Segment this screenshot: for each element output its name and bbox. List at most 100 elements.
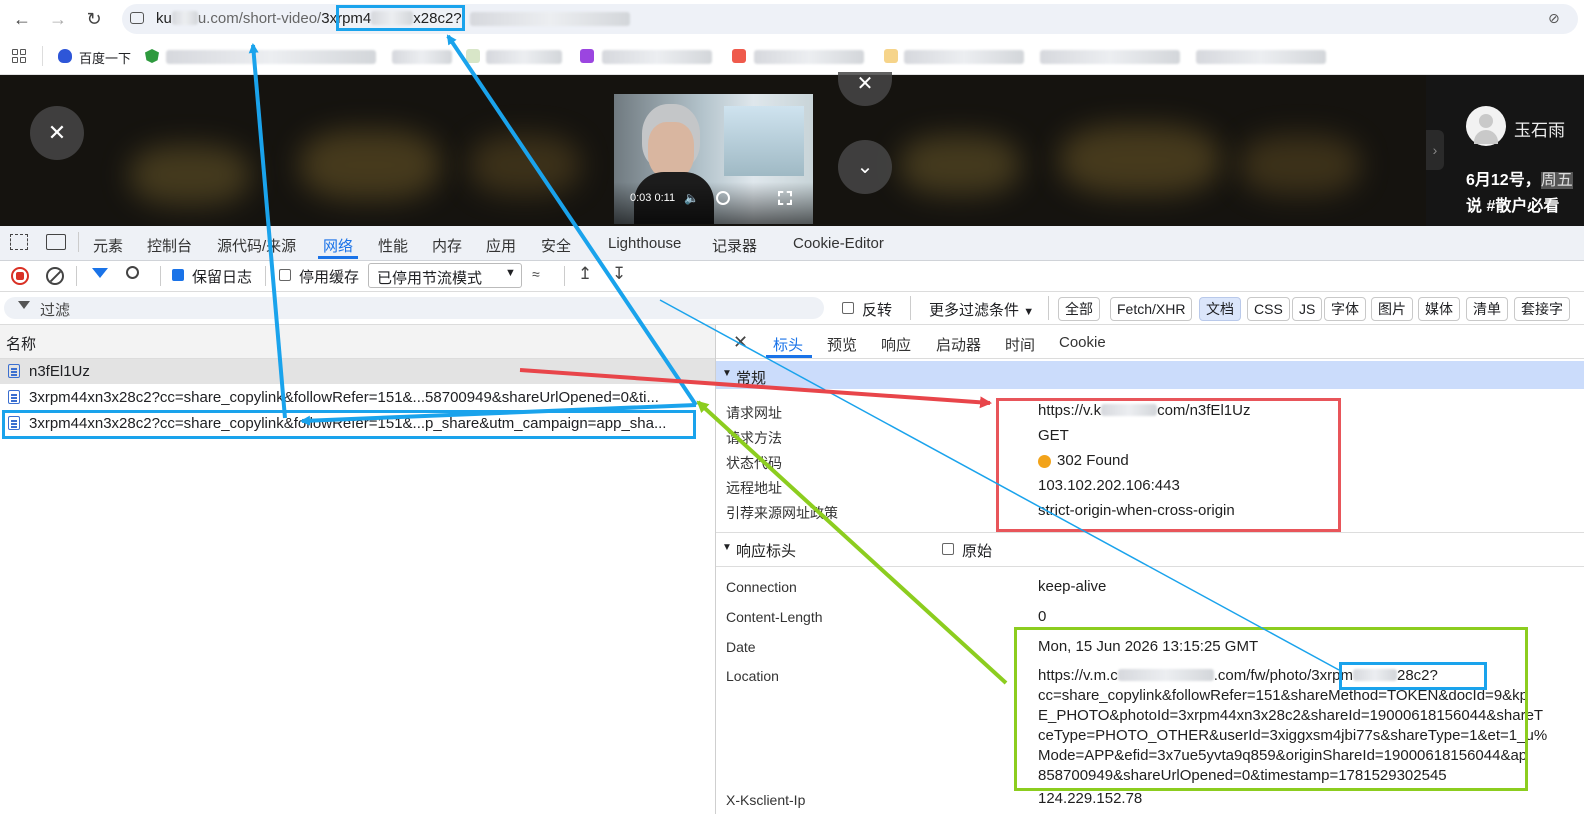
tab-initiator[interactable]: 启动器 — [936, 334, 981, 355]
tab-recorder[interactable]: 记录器 — [712, 235, 757, 256]
apps-grid-icon[interactable] — [12, 49, 26, 63]
settings-gear-icon[interactable] — [716, 191, 730, 205]
bookmark-blurred[interactable] — [392, 50, 452, 64]
request-row[interactable]: n3fEl1Uz — [0, 359, 716, 384]
upload-icon[interactable]: ↥ — [578, 264, 592, 284]
inspect-element-icon[interactable] — [10, 234, 28, 250]
chevron-right-icon[interactable]: › — [1426, 130, 1444, 170]
raw-checkbox[interactable] — [942, 543, 954, 555]
annotation-box-request — [2, 410, 696, 439]
tab-lighthouse[interactable]: Lighthouse — [608, 235, 681, 252]
bookmark-blurred[interactable] — [166, 50, 376, 64]
download-icon[interactable]: ↧ — [612, 264, 626, 284]
eye-slash-icon[interactable]: ⊘ — [1548, 10, 1568, 26]
bookmark-favicon — [884, 49, 898, 63]
chip-all[interactable]: 全部 — [1058, 297, 1100, 321]
general-key: 远程地址 — [726, 480, 782, 496]
video-player[interactable]: 0:03 0:11 🔈 — [614, 94, 813, 224]
request-list-header: 名称 — [0, 325, 716, 359]
active-detail-tab-indicator — [766, 355, 812, 358]
tab-console[interactable]: 控制台 — [147, 235, 192, 256]
section-title: 响应标头 — [736, 543, 797, 560]
bookmark-blurred[interactable] — [602, 50, 712, 64]
section-title: 常规 — [736, 370, 767, 387]
invert-checkbox[interactable] — [842, 302, 854, 314]
tab-cookies[interactable]: Cookie — [1059, 334, 1106, 351]
chip-manifest[interactable]: 清单 — [1466, 297, 1508, 321]
dropdown-arrow-icon: ▼ — [1023, 306, 1035, 318]
device-toolbar-icon[interactable] — [46, 234, 66, 250]
general-section-header[interactable]: ▼ 常规 — [716, 361, 1584, 389]
bookmark-blurred[interactable] — [754, 50, 864, 64]
close-icon[interactable]: ✕ — [733, 332, 748, 353]
chip-font[interactable]: 字体 — [1324, 297, 1366, 321]
tab-timing[interactable]: 时间 — [1005, 334, 1035, 355]
url-path: u.com/short-video/ — [197, 10, 322, 27]
url-prefix: ku — [156, 10, 172, 27]
forward-arrow-icon[interactable]: → — [46, 8, 70, 30]
bookmark-favicon — [580, 49, 594, 63]
filter-funnel-icon[interactable] — [92, 268, 108, 278]
bookmark-baidu[interactable]: 百度一下 — [79, 48, 131, 67]
tab-preview[interactable]: 预览 — [827, 334, 857, 355]
tab-network[interactable]: 网络 — [323, 235, 353, 256]
tab-security[interactable]: 安全 — [541, 235, 571, 256]
tab-memory[interactable]: 内存 — [432, 235, 462, 256]
network-conditions-icon[interactable]: ≈ — [532, 266, 552, 284]
header-key: X-Ksclient-Ip — [726, 792, 806, 808]
tab-elements[interactable]: 元素 — [93, 235, 123, 256]
author-name[interactable]: 玉石雨 — [1514, 116, 1565, 141]
bookmark-favicon — [466, 49, 480, 63]
bookmark-blurred[interactable] — [486, 50, 562, 64]
caption-line-2: 说 #散户必看 — [1466, 198, 1560, 215]
preserve-log-label: 保留日志 — [192, 269, 253, 286]
chip-img[interactable]: 图片 — [1371, 297, 1413, 321]
fullscreen-icon[interactable] — [778, 191, 792, 205]
back-arrow-icon[interactable]: ← — [10, 8, 34, 30]
panel-splitter[interactable] — [715, 325, 716, 814]
expand-triangle-icon: ▼ — [722, 368, 732, 379]
request-row[interactable]: 3xrpm44xn3x28c2?cc=share_copylink&follow… — [0, 385, 716, 410]
request-name: n3fEl1Uz — [29, 363, 90, 380]
site-info-icon[interactable] — [130, 12, 144, 24]
tab-application[interactable]: 应用 — [486, 235, 516, 256]
tab-headers[interactable]: 标头 — [773, 334, 803, 355]
filter-input[interactable] — [4, 297, 824, 319]
tab-response[interactable]: 响应 — [881, 334, 911, 355]
dropdown-arrow-icon: ▼ — [505, 267, 516, 279]
document-icon — [8, 390, 20, 404]
volume-icon[interactable]: 🔈 — [684, 191, 699, 205]
disable-cache-label: 停用缓存 — [299, 269, 360, 286]
chip-css[interactable]: CSS — [1247, 297, 1290, 321]
tab-performance[interactable]: 性能 — [378, 235, 408, 256]
chip-js[interactable]: JS — [1292, 297, 1323, 321]
preserve-log-checkbox[interactable] — [172, 269, 184, 281]
expand-triangle-icon: ▼ — [722, 542, 732, 553]
record-stop-icon[interactable] — [11, 267, 29, 285]
clear-icon[interactable] — [46, 267, 64, 285]
chevron-down-icon[interactable]: ⌄ — [838, 140, 892, 194]
tab-sources[interactable]: 源代码/来源 — [217, 235, 296, 256]
tab-cookie-editor[interactable]: Cookie-Editor — [793, 235, 884, 252]
disable-cache-checkbox[interactable] — [279, 269, 291, 281]
chip-websocket[interactable]: 套接字 — [1514, 297, 1570, 321]
bookmark-blurred[interactable] — [1196, 50, 1326, 64]
chip-fetch-xhr[interactable]: Fetch/XHR — [1110, 297, 1193, 321]
invert-label: 反转 — [862, 302, 893, 319]
close-icon[interactable]: ✕ — [30, 106, 84, 160]
response-headers-section-header[interactable]: ▼ 响应标头 原始 — [716, 532, 1584, 567]
bookmark-blurred[interactable] — [1040, 50, 1180, 64]
avatar[interactable] — [1466, 106, 1506, 146]
search-icon[interactable] — [126, 266, 139, 279]
reload-icon[interactable]: ↻ — [82, 8, 106, 30]
more-filters-dropdown[interactable]: 更多过滤条件 ▼ — [929, 299, 1034, 320]
filter-placeholder: 过滤 — [40, 302, 71, 319]
name-column-header[interactable]: 名称 — [6, 333, 36, 354]
header-key: Date — [726, 639, 756, 655]
throttle-select[interactable]: 已停用节流模式 ▼ — [368, 263, 522, 288]
header-value: 124.229.152.78 — [1038, 790, 1143, 807]
header-key: Content-Length — [726, 609, 823, 625]
chip-doc[interactable]: 文档 — [1199, 297, 1241, 321]
chip-media[interactable]: 媒体 — [1418, 297, 1460, 321]
bookmark-blurred[interactable] — [904, 50, 1024, 64]
